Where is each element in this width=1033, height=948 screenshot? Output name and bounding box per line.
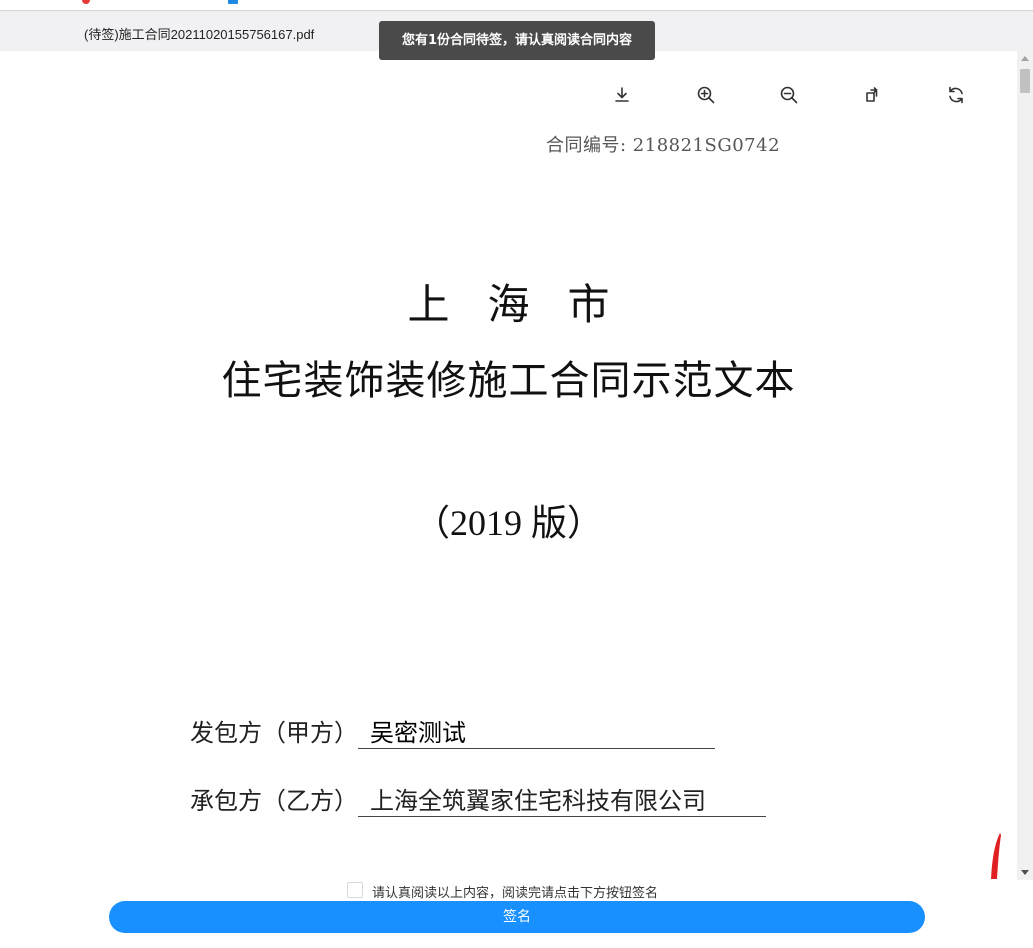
pdf-viewer[interactable]: 合同编号: 218821SG0742 上海市 住宅装饰装修施工合同示范文本 （2… <box>0 51 1017 880</box>
zoom-in-icon <box>697 86 715 104</box>
download-button[interactable] <box>608 81 636 109</box>
scrollbar-thumb[interactable] <box>1020 69 1030 93</box>
download-icon <box>615 87 629 102</box>
sign-button[interactable]: 签名 <box>109 901 925 933</box>
refresh-button[interactable] <box>942 81 970 109</box>
document-title: 住宅装饰装修施工合同示范文本 <box>221 358 796 404</box>
zoom-out-icon <box>780 86 798 104</box>
party-b-value: 上海全筑翼家住宅科技有限公司 <box>358 781 766 817</box>
party-b-row: 承包方（乙方） 上海全筑翼家住宅科技有限公司 <box>190 781 766 817</box>
refresh-icon <box>949 86 963 104</box>
vertical-scrollbar[interactable] <box>1017 51 1033 880</box>
browser-top-strip <box>0 0 1033 11</box>
party-a-label: 发包方（甲方） <box>190 719 358 747</box>
document-city: 上海市 <box>407 280 648 329</box>
party-a-row: 发包方（甲方） 吴密测试 <box>190 713 715 749</box>
document-edition: （2019 版） <box>413 503 603 543</box>
rotate-button[interactable] <box>859 81 887 109</box>
blue-indicator-icon <box>228 0 238 4</box>
scroll-down-icon[interactable] <box>1021 870 1029 875</box>
party-a-value: 吴密测试 <box>358 713 715 749</box>
pdf-toolbar <box>0 81 1017 111</box>
contract-number: 合同编号: 218821SG0742 <box>546 135 781 156</box>
file-name: (待签)施工合同20211020155756167.pdf <box>84 27 315 42</box>
read-confirm-text: 请认真阅读以上内容，阅读完请点击下方按钮签名 <box>372 886 659 901</box>
seal-stamp-fragment <box>991 833 1001 879</box>
zoom-out-button[interactable] <box>775 81 803 109</box>
read-confirm-checkbox[interactable] <box>347 882 363 898</box>
read-confirmation: 请认真阅读以上内容，阅读完请点击下方按钮签名 <box>0 880 1033 901</box>
red-indicator-icon <box>82 0 90 4</box>
scroll-up-icon[interactable] <box>1021 56 1029 61</box>
zoom-in-button[interactable] <box>692 81 720 109</box>
rotate-icon <box>866 87 878 102</box>
party-b-label: 承包方（乙方） <box>190 787 358 815</box>
pending-contract-toast: 您有1份合同待签，请认真阅读合同内容 <box>379 21 655 60</box>
